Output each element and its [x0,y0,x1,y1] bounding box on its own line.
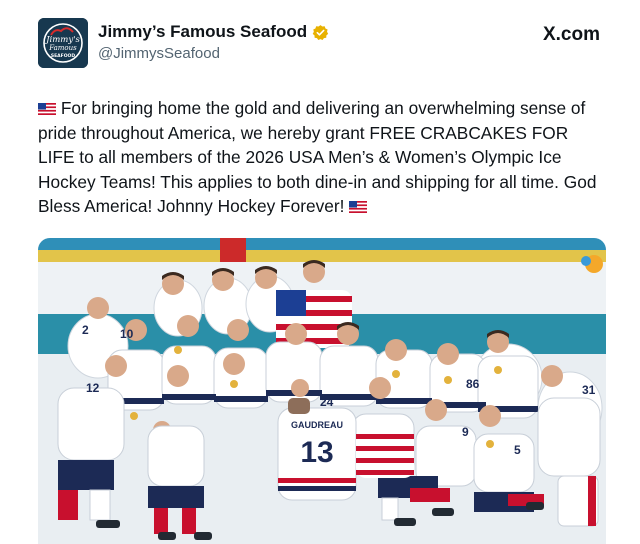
jersey-number-label: 12 [86,381,100,395]
display-name[interactable]: Jimmy’s Famous Seafood [98,22,307,42]
account-handle[interactable]: @JimmysSeafood [98,45,329,62]
seafood-logo-icon: Jimmy's Famous SEAFOOD [38,18,88,68]
account-names: Jimmy’s Famous Seafood @JimmysSeafood [98,22,329,62]
jersey-number-label: 5 [514,443,521,457]
jersey-number-label: 9 [462,425,469,439]
avatar[interactable]: Jimmy's Famous SEAFOOD [38,18,88,68]
site-label[interactable]: X.com [543,24,600,46]
avatar-text-line3: SEAFOOD [51,53,76,59]
display-name-row: Jimmy’s Famous Seafood [98,22,329,42]
jersey-number-label: 24 [320,395,334,409]
team-photo-image: GAUDREAU 13 2 10 12 24 86 9 5 31 [38,238,606,544]
post-header: Jimmy's Famous SEAFOOD Jimmy’s Famous Se… [38,18,600,70]
jersey-name: GAUDREAU [291,420,343,430]
us-flag-emoji-icon [38,103,56,115]
us-flag-emoji-icon [349,201,368,213]
post-card: Jimmy's Famous SEAFOOD Jimmy’s Famous Se… [0,0,640,544]
jersey-number-label: 10 [120,327,134,341]
post-text: For bringing home the gold and deliverin… [38,98,597,216]
verified-badge-icon [312,24,329,40]
post-body: For bringing home the gold and deliverin… [38,96,608,219]
jersey-number: 13 [300,436,333,469]
jersey-number-label: 2 [82,323,89,337]
jersey-number-label: 31 [582,383,596,397]
avatar-text-line2: Famous [48,44,77,52]
post-photo[interactable]: GAUDREAU 13 2 10 12 24 86 9 5 31 [38,238,606,544]
jersey-number-label: 86 [466,377,480,391]
